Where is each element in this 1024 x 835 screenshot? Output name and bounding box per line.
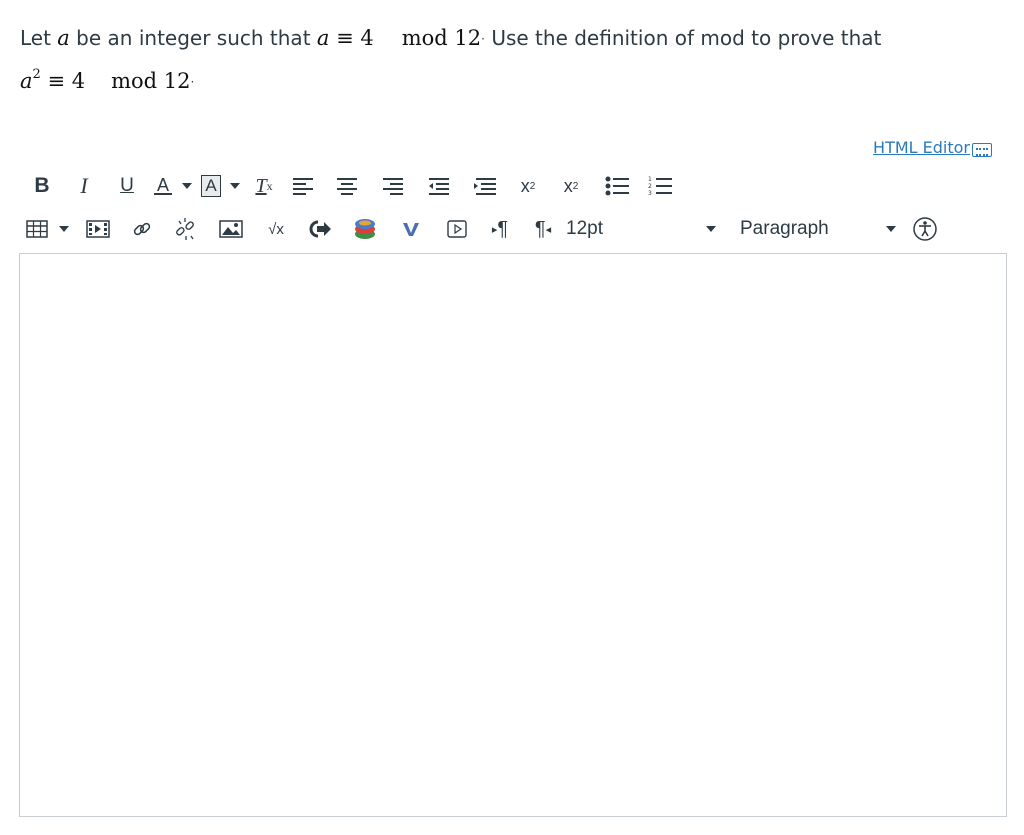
block-format-select[interactable]: Paragraph [716, 213, 896, 245]
math-mod: mod 12 [401, 26, 482, 50]
align-left-icon[interactable] [282, 170, 324, 202]
math-congruence-squared: a2 ≡ 4 [20, 67, 86, 93]
math-var-a: a [57, 26, 70, 50]
accessibility-icon[interactable] [910, 213, 940, 245]
font-size-select[interactable]: 12pt [566, 213, 716, 245]
block-format-caret-icon [886, 226, 896, 232]
subscript-icon[interactable]: x2 [548, 170, 594, 202]
background-color-icon[interactable]: A [198, 170, 224, 202]
toolbar-row-formatting: B I U A A Tx x2 x2 123 [20, 166, 680, 206]
underline-icon[interactable]: U [104, 170, 150, 202]
background-color-dropdown[interactable] [224, 170, 246, 202]
superscript-icon[interactable]: x2 [508, 170, 548, 202]
image-icon[interactable] [208, 213, 254, 245]
question-text-prefix: Let [20, 26, 58, 50]
bullet-list-icon[interactable] [594, 170, 640, 202]
rtl-icon[interactable]: ¶ ◂ [520, 213, 566, 245]
text-color-icon[interactable]: A [150, 170, 176, 202]
svg-text:2: 2 [648, 183, 652, 190]
math-mod-2: mod 12 [111, 69, 191, 93]
svg-text:1: 1 [648, 176, 652, 183]
ltr-icon[interactable]: ▸ ¶ [480, 213, 520, 245]
unlink-icon[interactable] [162, 213, 208, 245]
font-size-caret-icon [706, 226, 716, 232]
question-text-suffix: Use the definition of mod to prove that [484, 26, 882, 50]
align-right-icon[interactable] [370, 170, 416, 202]
outdent-icon[interactable] [416, 170, 462, 202]
indent-icon[interactable] [462, 170, 508, 202]
clear-formatting-icon[interactable]: Tx [246, 170, 282, 202]
keyboard-icon [972, 142, 992, 157]
vimeo-icon[interactable] [388, 213, 434, 245]
question-line-1: Let a be an integer such that a ≡ 4 mod 1… [20, 26, 882, 50]
rich-text-editor-area[interactable] [19, 253, 1007, 817]
table-dropdown[interactable] [54, 213, 74, 245]
apps-icon[interactable] [342, 213, 388, 245]
html-editor-link[interactable]: HTML Editor [873, 138, 992, 157]
embed-icon[interactable] [298, 213, 342, 245]
bold-icon[interactable]: B [20, 170, 64, 202]
numbered-list-icon[interactable]: 123 [640, 170, 680, 202]
question-text: Let a be an integer such that a ≡ 4 mod 1… [20, 20, 1010, 101]
media-icon[interactable] [74, 213, 122, 245]
question-text-middle: be an integer such that [69, 26, 317, 50]
math-congruence: a ≡ 4 [316, 26, 374, 50]
align-center-icon[interactable] [324, 170, 370, 202]
svg-text:3: 3 [648, 190, 652, 197]
font-size-value: 12pt [566, 218, 603, 239]
table-icon[interactable] [20, 213, 54, 245]
html-editor-label[interactable]: HTML Editor [873, 138, 970, 157]
block-format-value: Paragraph [740, 218, 829, 239]
math-equation-icon[interactable]: √x [254, 213, 298, 245]
text-color-dropdown[interactable] [176, 170, 198, 202]
video-icon[interactable] [434, 213, 480, 245]
question-line-2: a2 ≡ 4 mod 12· [20, 67, 195, 93]
italic-icon[interactable]: I [64, 170, 104, 202]
toolbar-row-insert: √x ▸ ¶ ¶ ◂ 12pt Paragraph [20, 209, 1008, 249]
link-icon[interactable] [122, 213, 162, 245]
